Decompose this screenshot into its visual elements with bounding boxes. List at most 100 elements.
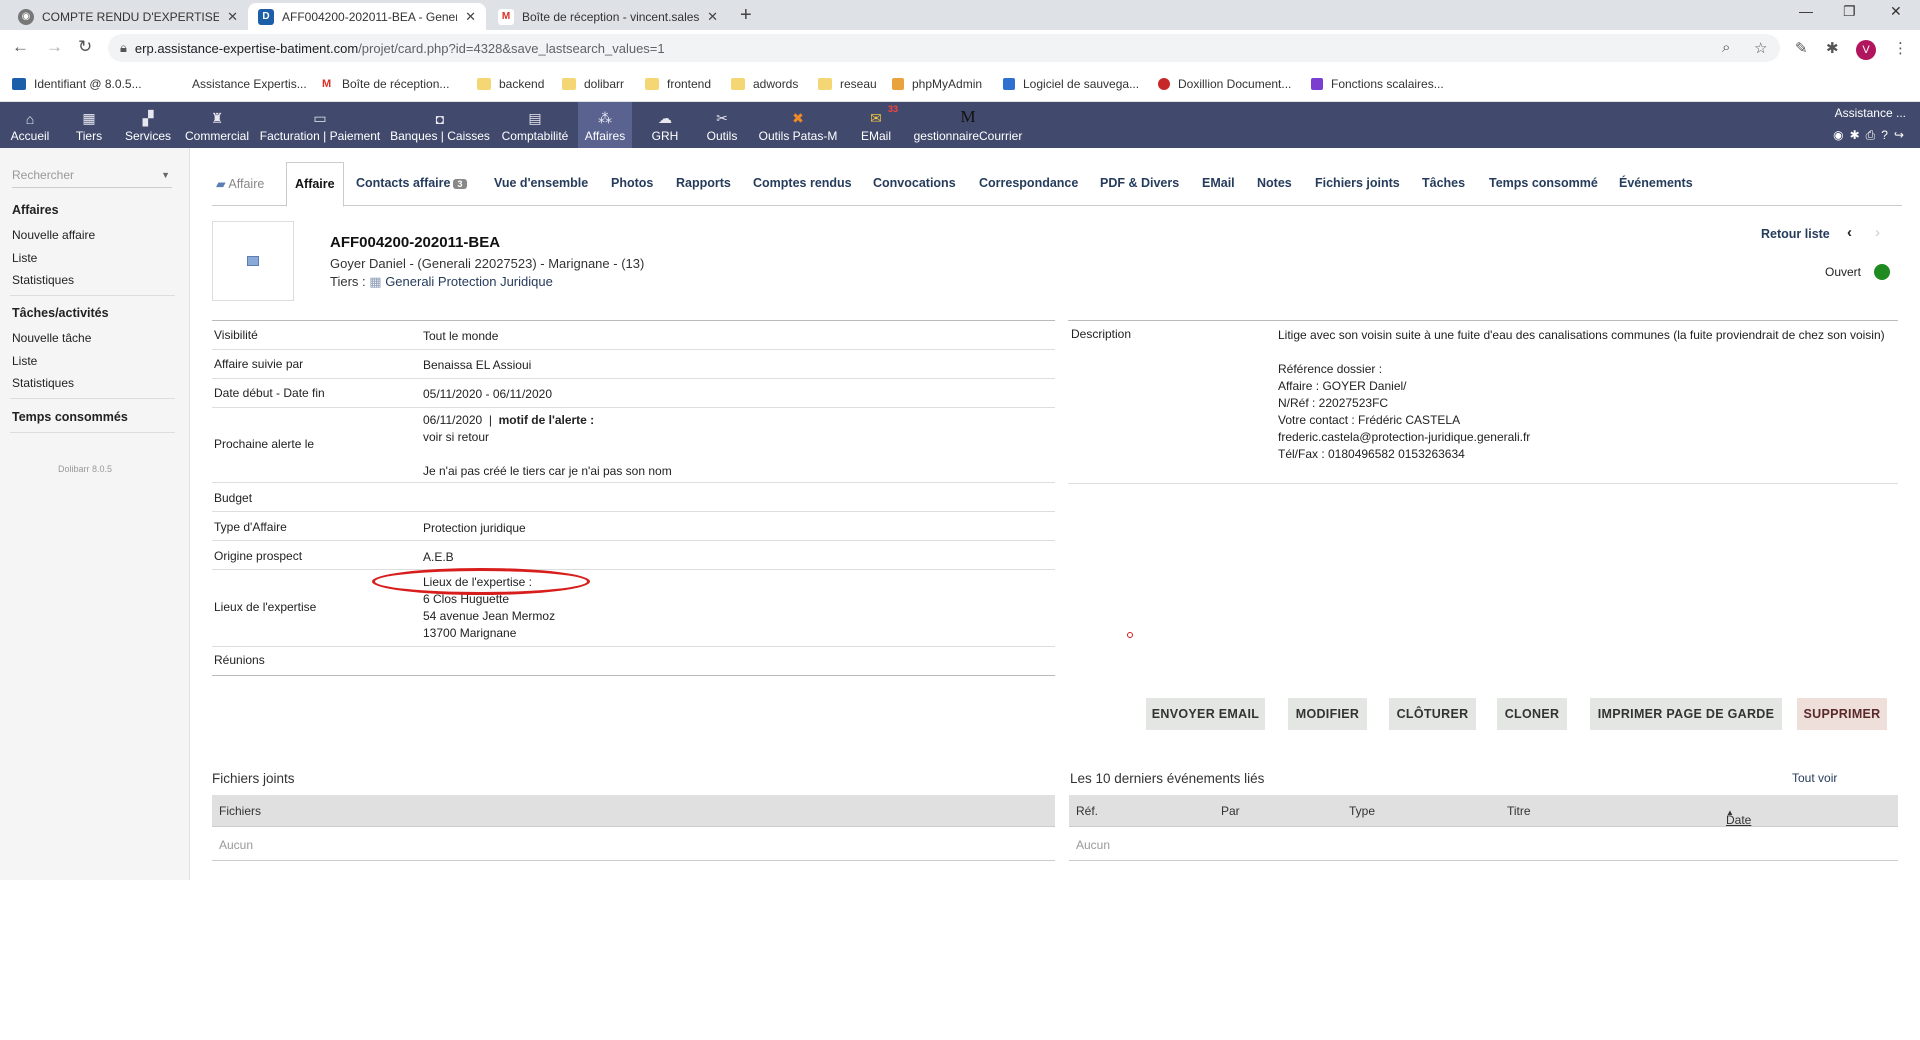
browser-tab-affaire[interactable]: D AFF004200-202011-BEA - Generali ✕ <box>248 3 486 30</box>
browser-tab-gmail[interactable]: M Boîte de réception - vincent.sales ✕ <box>488 3 728 30</box>
folder-icon: ▰ <box>216 177 226 191</box>
close-tab-icon[interactable]: ✕ <box>227 9 238 25</box>
bookmark-star-icon[interactable]: ☆ <box>1754 39 1767 57</box>
folder-icon <box>477 78 491 90</box>
menu-accueil[interactable]: ⌂ Accueil <box>6 102 54 148</box>
new-tab-button[interactable]: + <box>740 4 752 27</box>
reload-icon[interactable]: ↻ <box>78 37 92 57</box>
section-temps[interactable]: Temps consommés <box>12 410 128 424</box>
user-login[interactable]: Assistance ... <box>1835 106 1906 120</box>
minimize-button[interactable]: — <box>1799 3 1813 19</box>
tab-convocations[interactable]: Convocations <box>873 176 956 190</box>
forward-icon[interactable]: → <box>46 37 63 57</box>
previous-record-icon[interactable]: ‹ <box>1847 224 1852 241</box>
globe-icon: ◉ <box>18 8 34 25</box>
bookmark-dolibarr[interactable]: dolibarr <box>562 77 624 91</box>
browser-tabbar: ◉ COMPTE RENDU D'EXPERTISE N° ✕ D AFF004… <box>0 0 1920 30</box>
bookmark-assistance[interactable]: Assistance Expertis... <box>192 77 307 91</box>
bookmark-reseau[interactable]: reseau <box>818 77 877 91</box>
column-header-ref[interactable]: Réf. <box>1076 804 1098 818</box>
menu-affaires[interactable]: ⁂ Affaires <box>578 102 632 148</box>
menu-gestionnaire-courrier[interactable]: MgestionnaireCourrier <box>912 102 1024 148</box>
section-taches[interactable]: Tâches/activités <box>12 306 109 320</box>
print-cover-button[interactable]: IMPRIMER PAGE DE GARDE <box>1590 698 1782 730</box>
close-tab-icon[interactable]: ✕ <box>707 9 718 25</box>
tab-rapports[interactable]: Rapports <box>676 176 731 190</box>
tab-email[interactable]: EMail <box>1202 176 1235 190</box>
menu-banques[interactable]: ◘ Banques | Caisses <box>390 102 490 148</box>
tab-vue-ensemble[interactable]: Vue d'ensemble <box>494 176 588 190</box>
modify-button[interactable]: MODIFIER <box>1288 698 1367 730</box>
menu-comptabilite[interactable]: ▤ Comptabilité <box>500 102 570 148</box>
bookmark-logiciel[interactable]: Logiciel de sauvega... <box>1003 77 1139 91</box>
tab-contacts[interactable]: Contacts affaire 3 <box>356 176 467 190</box>
tab-temps-consomme[interactable]: Temps consommé <box>1489 176 1598 190</box>
bookmark-fonctions[interactable]: Fonctions scalaires... <box>1311 77 1444 91</box>
bookmark-gmail[interactable]: M Boîte de réception... <box>322 77 449 91</box>
bookmark-identifiant[interactable]: Identifiant @ 8.0.5... <box>12 77 142 91</box>
tab-photos[interactable]: Photos <box>611 176 653 190</box>
back-to-list-link[interactable]: Retour liste <box>1761 227 1830 241</box>
tab-evenements[interactable]: Événements <box>1619 176 1693 190</box>
chevron-down-icon: ▼ <box>161 170 170 180</box>
menu-nouvelle-tache[interactable]: Nouvelle tâche <box>12 331 91 345</box>
field-row: Réunions <box>212 647 1055 676</box>
delete-button[interactable]: SUPPRIMER <box>1797 698 1887 730</box>
tab-correspondance[interactable]: Correspondance <box>979 176 1078 190</box>
menu-tiers[interactable]: ▦ Tiers <box>70 102 108 148</box>
tab-comptes-rendus[interactable]: Comptes rendus <box>753 176 852 190</box>
maximize-button[interactable]: ❐ <box>1843 3 1856 20</box>
menu-commercial[interactable]: ♜ Commercial <box>184 102 250 148</box>
empty-text: Aucun <box>1076 838 1111 852</box>
menu-liste-affaires[interactable]: Liste <box>12 251 37 265</box>
record-ref: AFF004200-202011-BEA <box>330 234 501 251</box>
menu-liste-taches[interactable]: Liste <box>12 354 37 368</box>
search-select[interactable]: Rechercher ▼ <box>12 168 172 188</box>
send-email-button[interactable]: ENVOYER EMAIL <box>1146 698 1265 730</box>
tab-fichiers-joints[interactable]: Fichiers joints <box>1315 176 1400 190</box>
menu-statistiques-taches[interactable]: Statistiques <box>12 376 74 390</box>
field-value: Benaissa EL Assioui <box>423 358 532 372</box>
url-field[interactable]: 🔒︎ erp.assistance-expertise-batiment.com… <box>108 34 1780 62</box>
clone-button[interactable]: CLONER <box>1497 698 1567 730</box>
bookmark-phpmyadmin[interactable]: phpMyAdmin <box>892 77 982 91</box>
tab-affaire[interactable]: Affaire <box>286 162 344 207</box>
back-icon[interactable]: ← <box>12 37 29 57</box>
tab-affaire-icon[interactable]: ▰ Affaire <box>216 176 264 191</box>
bookmark-frontend[interactable]: frontend <box>645 77 711 91</box>
bookmark-doxillion[interactable]: Doxillion Document... <box>1158 77 1291 91</box>
menu-statistiques-affaires[interactable]: Statistiques <box>12 273 74 287</box>
chrome-menu-icon[interactable]: ⋮ <box>1893 39 1908 57</box>
column-header-date[interactable]: Date ▲ <box>1726 804 1751 827</box>
profile-avatar[interactable]: V <box>1856 40 1876 60</box>
section-affaires[interactable]: Affaires <box>12 203 59 217</box>
browser-tab-compte-rendu[interactable]: ◉ COMPTE RENDU D'EXPERTISE N° ✕ <box>8 3 248 30</box>
menu-services[interactable]: ▞ Services <box>124 102 172 148</box>
menu-nouvelle-affaire[interactable]: Nouvelle affaire <box>12 228 95 242</box>
menu-email[interactable]: ✉ 33 EMail <box>856 102 898 148</box>
bookmark-label: reseau <box>840 77 877 91</box>
tab-notes[interactable]: Notes <box>1257 176 1292 190</box>
menu-outils-patas[interactable]: ✖ Outils Patas-M <box>756 102 840 148</box>
extensions-icon[interactable]: ✱ <box>1826 39 1839 57</box>
eyedropper-icon[interactable]: ✎ <box>1795 39 1808 57</box>
tab-taches[interactable]: Tâches <box>1422 176 1465 190</box>
tab-pdf-divers[interactable]: PDF & Divers <box>1100 176 1179 190</box>
column-header-titre[interactable]: Titre <box>1507 804 1531 818</box>
user-tools-icons[interactable]: ◉✱⎙?↪ <box>1833 128 1910 143</box>
menu-outils[interactable]: ✂ Outils <box>702 102 742 148</box>
menu-grh[interactable]: ☁ GRH <box>646 102 684 148</box>
see-all-link[interactable]: Tout voir <box>1792 771 1837 785</box>
menu-facturation[interactable]: ▭ Facturation | Paiement <box>260 102 381 148</box>
bookmark-backend[interactable]: backend <box>477 77 544 91</box>
tiers-label: Tiers : <box>330 274 366 289</box>
bookmark-adwords[interactable]: adwords <box>731 77 798 91</box>
close-project-button[interactable]: CLÔTURER <box>1389 698 1476 730</box>
close-tab-icon[interactable]: ✕ <box>465 9 476 25</box>
zoom-icon[interactable]: ⌕ <box>1722 39 1730 56</box>
column-header-type[interactable]: Type <box>1349 804 1375 818</box>
column-header-par[interactable]: Par <box>1221 804 1240 818</box>
close-window-button[interactable]: ✕ <box>1890 3 1902 20</box>
column-header: Fichiers <box>219 804 262 818</box>
tiers-link[interactable]: Generali Protection Juridique <box>385 274 553 289</box>
